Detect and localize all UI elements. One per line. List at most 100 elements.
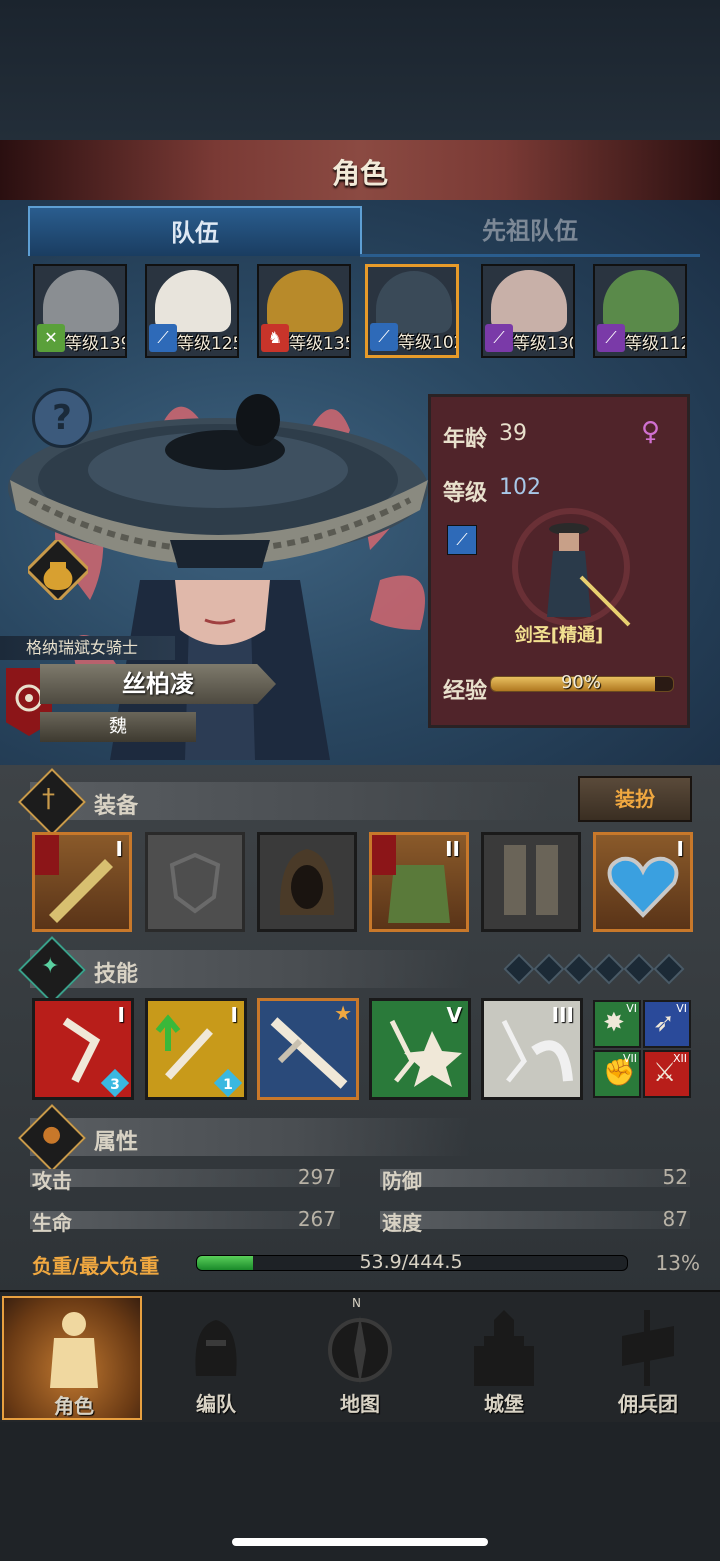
equipment-slot-weapon[interactable]: I [32, 832, 132, 932]
hero-slot[interactable]: ⟋ 等级130 [481, 264, 575, 358]
dress-up-button[interactable]: 装扮 [578, 776, 692, 822]
character-name[interactable]: 丝柏凌 [40, 664, 276, 704]
home-indicator[interactable] [232, 1538, 488, 1546]
character-nation: 魏 [40, 712, 196, 742]
nav-character[interactable]: 角色 [2, 1296, 142, 1420]
hero-level: 等级102 [398, 333, 459, 353]
boots-icon [504, 845, 558, 915]
skill-slot[interactable]: ★ [257, 998, 359, 1100]
load-percent: 13% [655, 1251, 700, 1275]
attack-label: 攻击 [32, 1169, 72, 1193]
rank-numeral: I [676, 837, 684, 861]
hero-slot[interactable]: ♞ 等级135 [257, 264, 351, 358]
title-bar: 角色 [0, 140, 720, 202]
hero-slot-selected[interactable]: ⟋ 等级102 [365, 264, 459, 358]
bird-icon: ➶ [653, 1008, 675, 1038]
rank-numeral: VI [676, 1002, 687, 1015]
equipment-header: † 装备 [18, 768, 550, 836]
mini-skill-slot[interactable]: ✸ VI [593, 1000, 641, 1048]
hero-slot[interactable]: ⟋ 等级125 [145, 264, 239, 358]
tab-ancestor-team[interactable]: 先祖队伍 [360, 206, 700, 257]
hero-portrait [491, 270, 567, 332]
top-background [0, 0, 720, 140]
age-value: 39 [499, 421, 527, 446]
compass-north: N [352, 1296, 361, 1310]
nav-formation[interactable]: 编队 [146, 1296, 286, 1420]
tab-team[interactable]: 队伍 [28, 206, 362, 256]
exp-label: 经验 [443, 679, 488, 704]
hero-portrait [43, 270, 119, 332]
skill-slot[interactable]: III [481, 998, 583, 1100]
class-icon: ⟋ [370, 323, 398, 351]
hero-portrait [603, 270, 679, 332]
rank-numeral: VI [626, 1002, 637, 1015]
equipment-slot-boots[interactable] [481, 832, 581, 932]
gender-female-icon: ♀ [641, 417, 661, 447]
star-icon: ★ [334, 1001, 352, 1025]
mini-skill-slot[interactable]: ✊ VII [593, 1050, 641, 1098]
help-button[interactable]: ? [32, 388, 92, 448]
helmet-icon [195, 1320, 237, 1376]
class-icon: ⟋ [597, 324, 625, 352]
class-name: 剑圣[精通] [514, 625, 604, 646]
rank-numeral: V [446, 1003, 462, 1027]
skills-header: ✦ 技能 [18, 936, 470, 1004]
compass-map-icon [328, 1316, 392, 1384]
dagger-icon: † [42, 784, 55, 814]
knight-icon [50, 1312, 98, 1388]
hp-label: 生命 [32, 1211, 72, 1235]
load-value: 53.9/444.5 [359, 1251, 463, 1273]
hero-slot[interactable]: ✕ 等级139 [33, 264, 127, 358]
hp-value: 267 [297, 1207, 336, 1231]
equipment-slot-helmet[interactable] [257, 832, 357, 932]
rank-numeral: III [551, 1003, 574, 1027]
nav-mercenary[interactable]: 佣兵团 [578, 1296, 718, 1420]
page-title: 角色 [331, 157, 388, 190]
level-value: 102 [499, 475, 541, 500]
nav-label: 佣兵团 [618, 1392, 678, 1416]
nav-label: 角色 [54, 1394, 94, 1418]
shield-icon [169, 852, 221, 914]
speed-value: 87 [662, 1207, 688, 1231]
hood-icon [279, 849, 335, 915]
equipment-title: 装备 [94, 794, 139, 819]
class-figure [512, 508, 631, 627]
nav-label: 地图 [340, 1392, 380, 1416]
attributes-header: ● 属性 [18, 1104, 470, 1172]
equipment-slot-armor[interactable]: II [369, 832, 469, 932]
potion-button[interactable] [28, 540, 88, 600]
skill-slot[interactable]: I 1 [145, 998, 247, 1100]
rank-numeral: I [115, 837, 123, 861]
class-icon: ⟋ [447, 525, 477, 555]
equipment-slot-shield[interactable] [145, 832, 245, 932]
defense-value: 52 [662, 1165, 688, 1189]
castle-icon [474, 1310, 534, 1386]
skill-slot[interactable]: V [369, 998, 471, 1100]
nav-map[interactable]: N 地图 [290, 1296, 430, 1420]
hero-slot[interactable]: ⟋ 等级112 [593, 264, 687, 358]
class-icon: ✕ [37, 324, 65, 352]
nav-label: 城堡 [484, 1392, 524, 1416]
class-icon: ♞ [261, 324, 289, 352]
nav-castle[interactable]: 城堡 [434, 1296, 574, 1420]
skill-badge-count: 3 [110, 1077, 120, 1093]
hero-level: 等级130 [513, 334, 575, 354]
mini-skill-slot[interactable]: ⚔ XII [643, 1050, 691, 1098]
rank-numeral: I [230, 1003, 238, 1027]
rank-numeral: I [117, 1003, 125, 1027]
attributes-title: 属性 [94, 1130, 139, 1155]
rank-numeral: XII [672, 1052, 687, 1065]
person-icon: ● [42, 1122, 62, 1147]
equipment-slot-accessory[interactable]: I [593, 832, 693, 932]
speed-label: 速度 [382, 1211, 422, 1235]
level-label: 等级 [443, 481, 488, 506]
attack-value: 297 [297, 1165, 336, 1189]
rank-numeral: VII [622, 1052, 637, 1065]
skill-slot[interactable]: I 3 [32, 998, 134, 1100]
burst-icon: ✸ [603, 1008, 625, 1038]
hero-level: 等级125 [177, 334, 239, 354]
star-icon: ✦ [41, 954, 60, 979]
mini-skill-slot[interactable]: ➶ VI [643, 1000, 691, 1048]
age-label: 年龄 [443, 427, 488, 452]
defense-label: 防御 [382, 1169, 422, 1193]
